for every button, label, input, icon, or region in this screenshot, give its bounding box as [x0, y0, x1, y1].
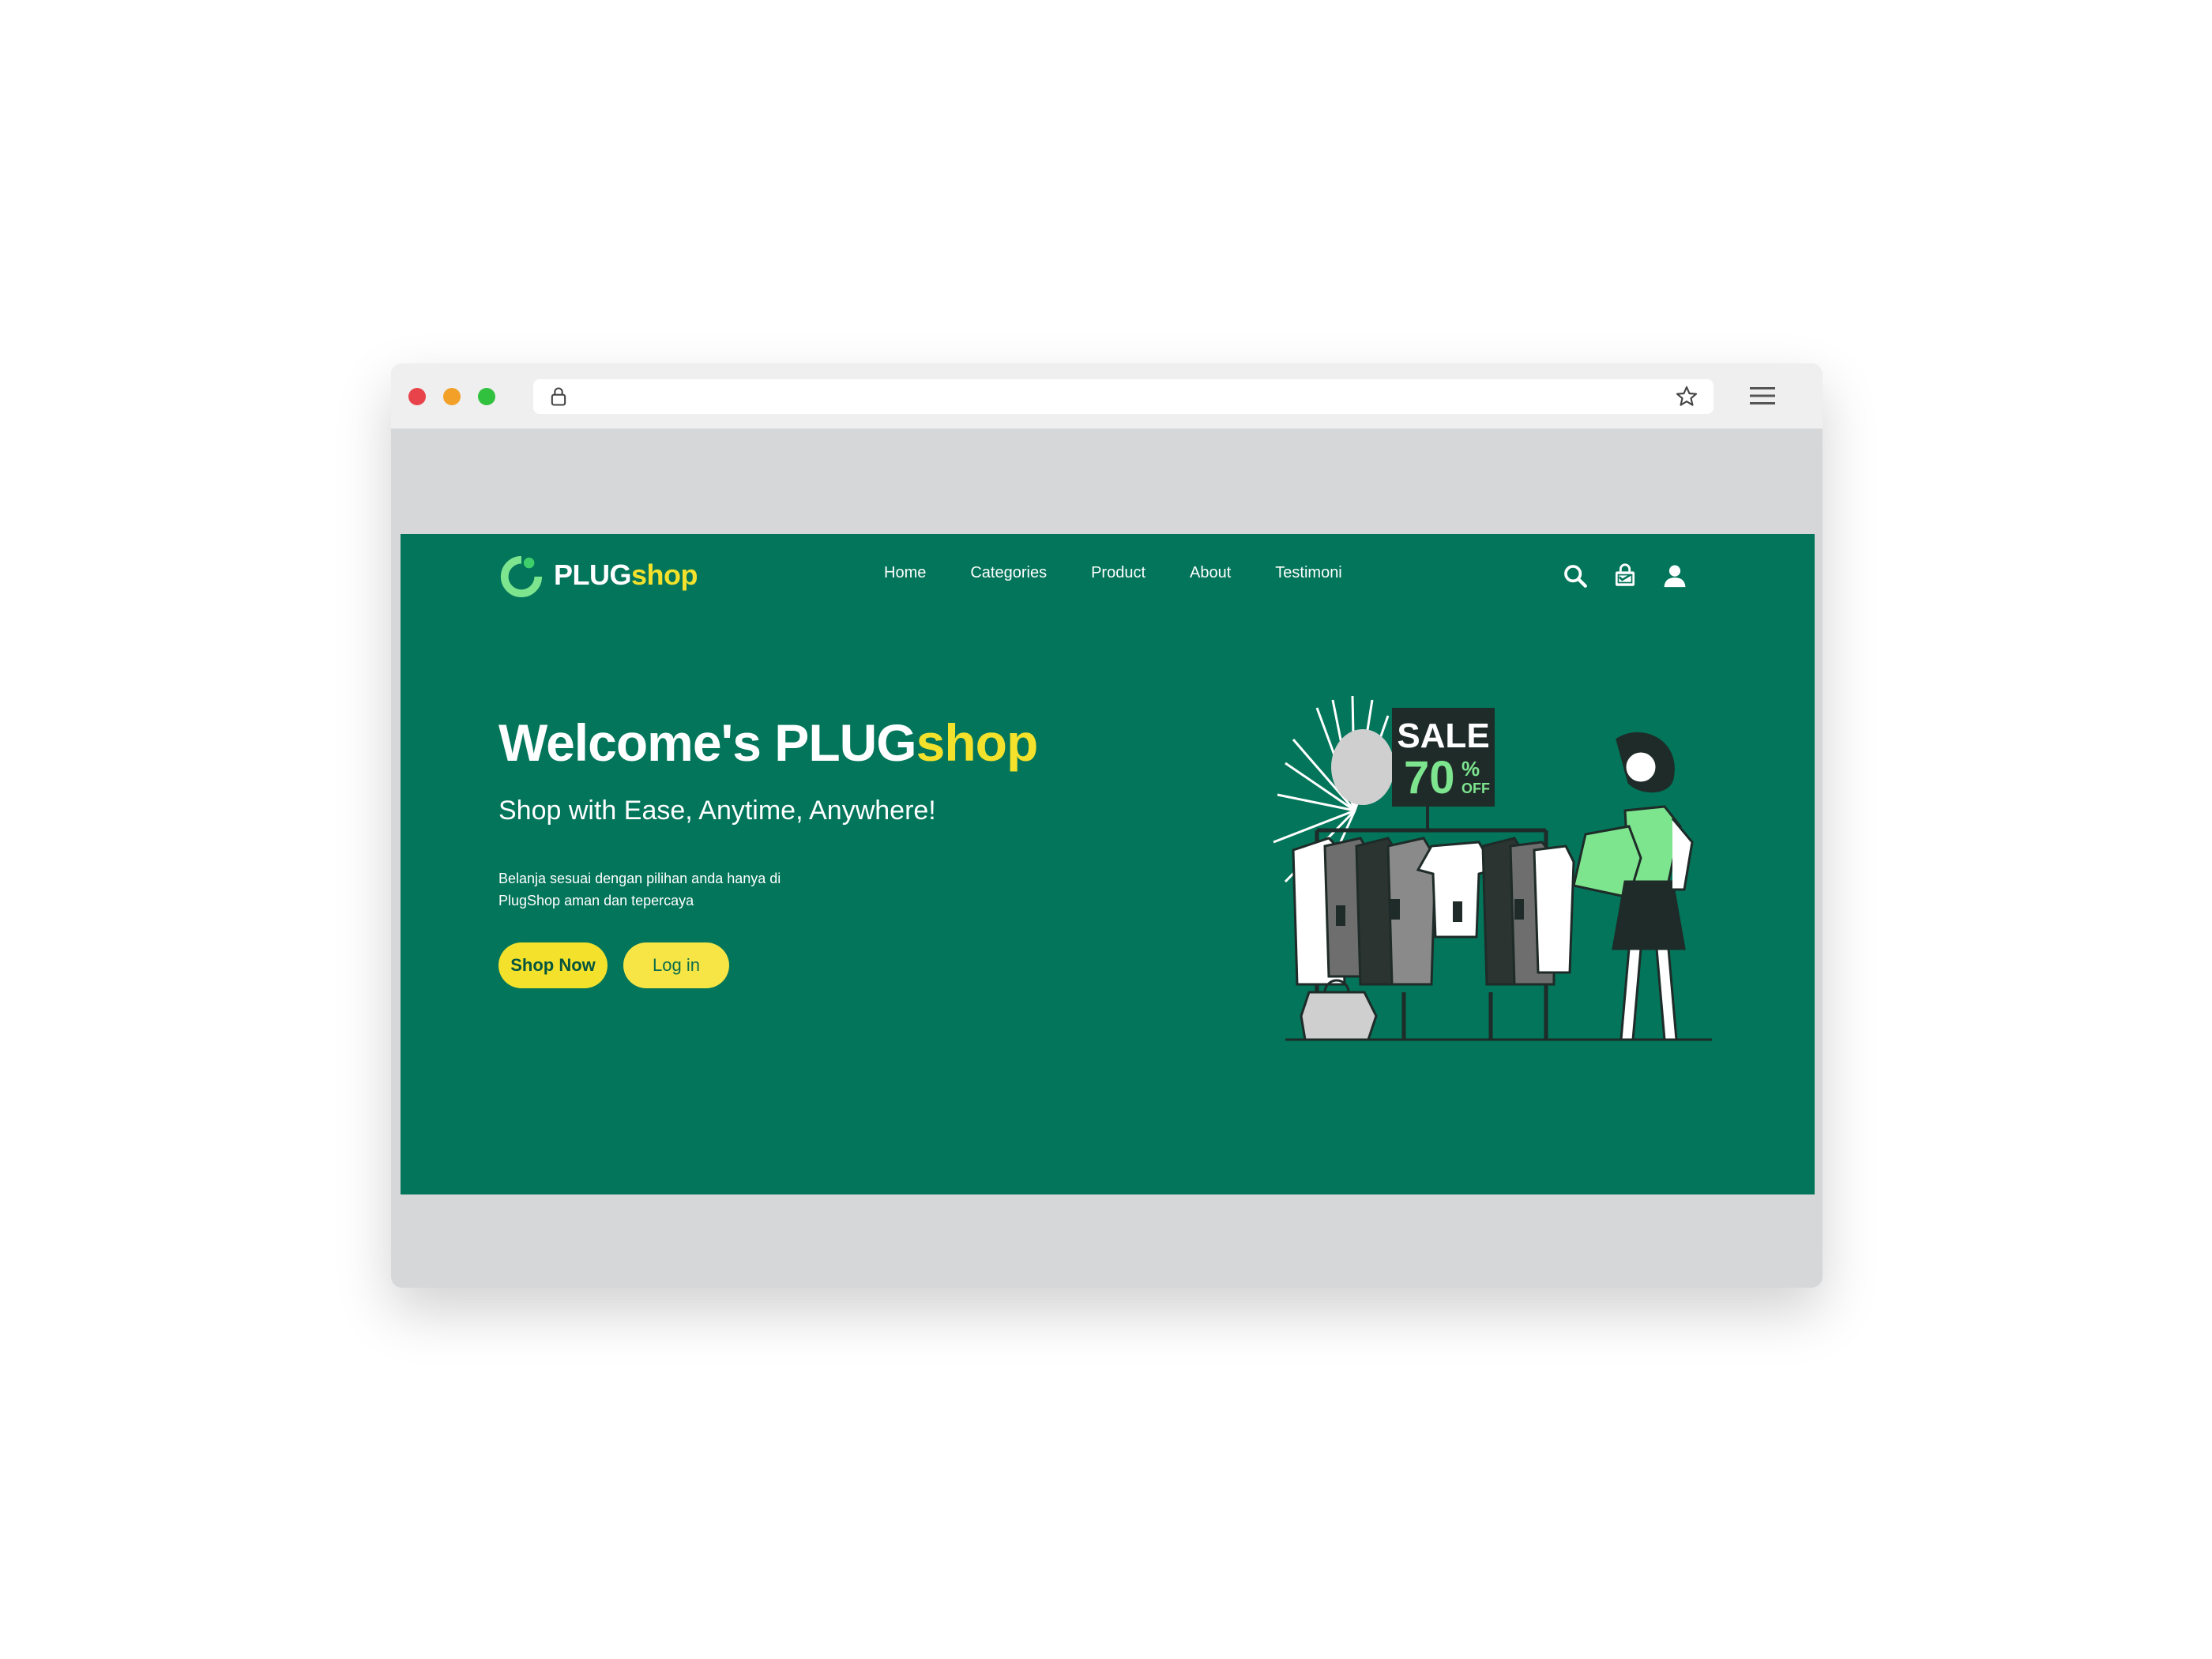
brand-name: PLUGshop	[554, 559, 698, 591]
sale-sign-number: 70	[1404, 752, 1455, 803]
hanging-clothes	[1292, 837, 1575, 986]
maximize-window-button[interactable]	[478, 388, 495, 405]
nav-item-about[interactable]: About	[1190, 564, 1231, 582]
nav-actions	[1562, 562, 1711, 589]
woman-shopper	[1572, 732, 1694, 1041]
user-icon[interactable]	[1661, 562, 1688, 589]
hero-subtitle: Shop with Ease, Anytime, Anywhere!	[498, 796, 936, 826]
floor-bag	[1300, 991, 1378, 1041]
nav-item-testimoni[interactable]: Testimoni	[1275, 564, 1341, 582]
address-bar[interactable]	[533, 379, 1714, 414]
landing-page: PLUGshop Home Categories Product About T…	[401, 534, 1815, 1194]
nav-item-product[interactable]: Product	[1091, 564, 1146, 582]
lock-icon	[551, 387, 566, 406]
nav-item-home[interactable]: Home	[884, 564, 926, 582]
browser-window: PLUGshop Home Categories Product About T…	[391, 363, 1823, 1288]
shopping-bag-icon[interactable]	[1612, 562, 1638, 589]
description-line-2: PlugShop aman dan tepercaya	[498, 893, 694, 908]
logo-ring-icon	[500, 555, 544, 598]
sale-sign-off: OFF	[1462, 781, 1490, 796]
search-icon[interactable]	[1562, 562, 1589, 589]
description-line-1: Belanja sesuai dengan pilihan anda hanya…	[498, 871, 781, 886]
shop-now-button[interactable]: Shop Now	[498, 942, 608, 988]
star-icon[interactable]	[1674, 384, 1699, 409]
main-navigation: Home Categories Product About Testimoni	[884, 564, 1386, 582]
hero-title: Welcome's PLUGshop	[498, 713, 1038, 772]
sale-shopping-illustration: SALE 70 % OFF	[1273, 695, 1712, 1041]
nav-item-categories[interactable]: Categories	[970, 564, 1047, 582]
hero-description: Belanja sesuai dengan pilihan anda hanya…	[498, 867, 862, 912]
brand-logo[interactable]: PLUGshop	[498, 551, 698, 599]
minimize-window-button[interactable]	[443, 388, 461, 405]
hamburger-menu-icon[interactable]	[1748, 384, 1777, 408]
sale-sign-percent: %	[1462, 757, 1480, 781]
browser-toolbar	[391, 363, 1823, 429]
sale-sign-label: SALE	[1397, 717, 1489, 755]
login-button[interactable]: Log in	[623, 942, 729, 988]
close-window-button[interactable]	[408, 388, 426, 405]
palm-shade	[1331, 729, 1394, 805]
